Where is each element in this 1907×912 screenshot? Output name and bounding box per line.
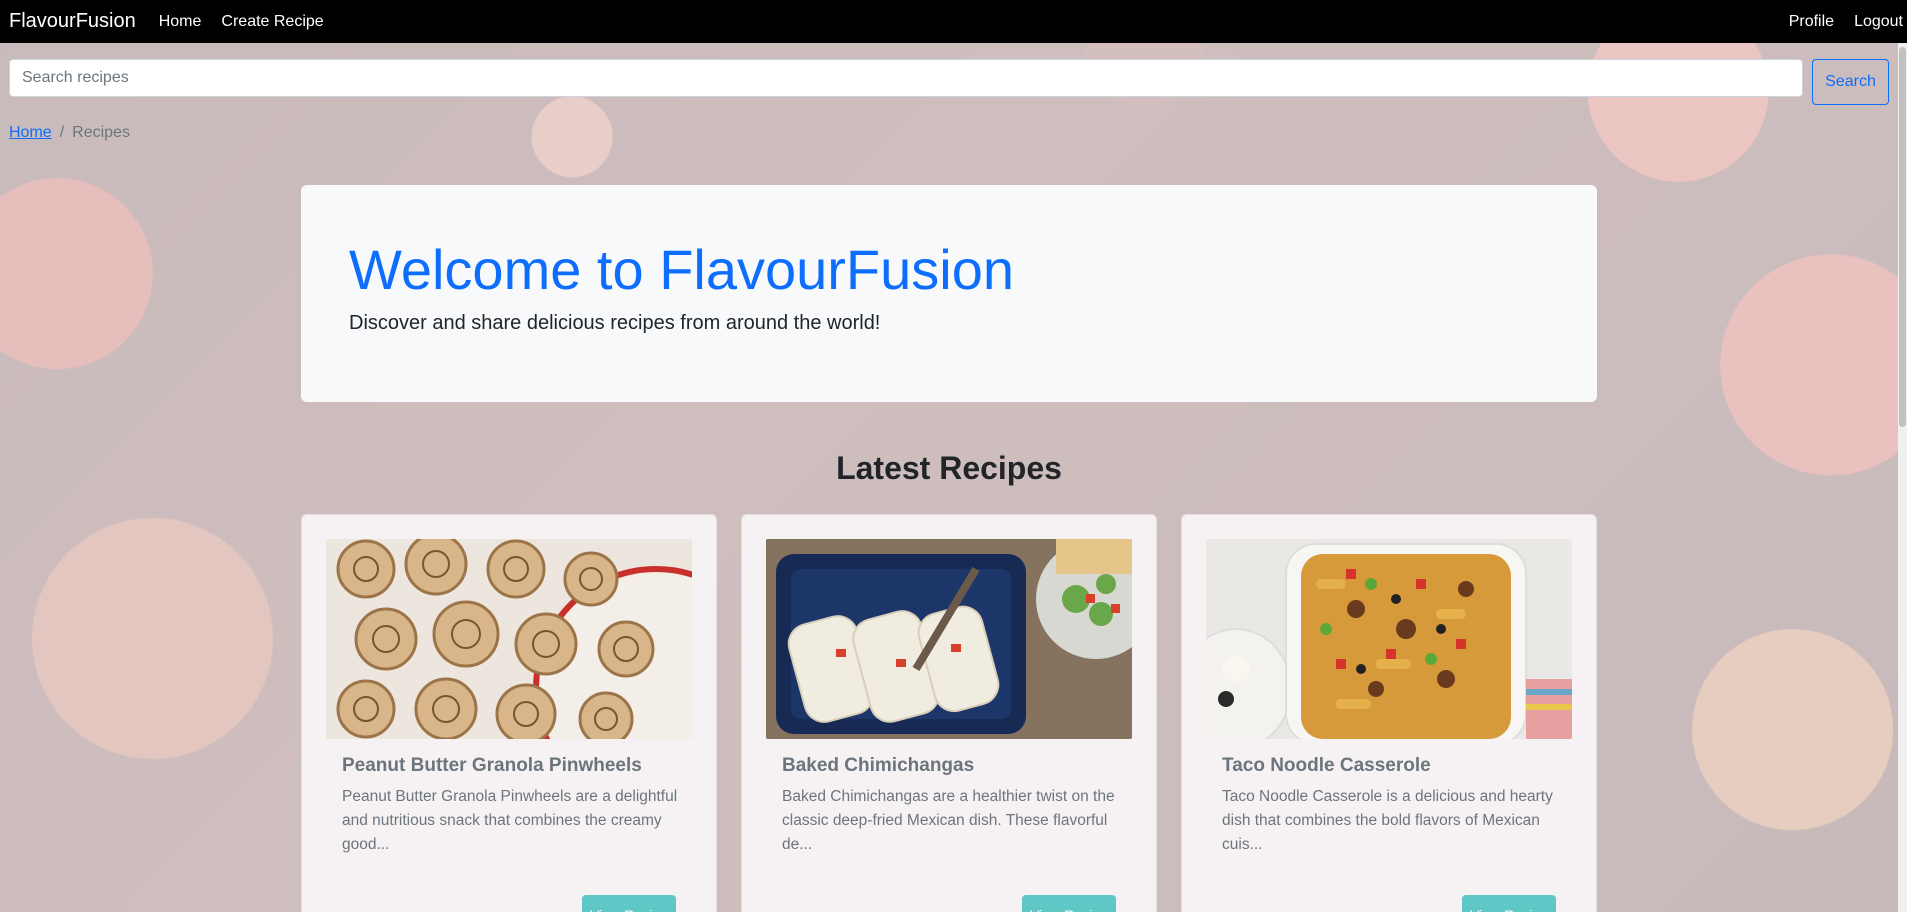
hero-banner: Welcome to FlavourFusion Discover and sh… <box>301 185 1597 402</box>
breadcrumb-home-link[interactable]: Home <box>9 124 52 142</box>
nav-logout-link[interactable]: Logout <box>1854 13 1903 31</box>
recipe-description: Baked Chimichangas are a healthier twist… <box>782 788 1115 853</box>
recipe-title[interactable]: Taco Noodle Casserole <box>1222 755 1431 777</box>
search-button[interactable]: Search <box>1812 59 1889 105</box>
nav-profile-link[interactable]: Profile <box>1789 13 1834 31</box>
breadcrumb-separator: / <box>59 124 65 141</box>
recipe-description: Peanut Butter Granola Pinwheels are a de… <box>342 788 678 853</box>
recipe-description: Taco Noodle Casserole is a delicious and… <box>1222 788 1553 853</box>
hero-title: Welcome to FlavourFusion <box>349 238 1014 301</box>
recipe-image-chimichangas[interactable] <box>766 539 1132 739</box>
recipe-image-taco-casserole[interactable] <box>1206 539 1572 739</box>
recipe-card: Baked Chimichangas Baked Chimichangas ar… <box>741 514 1157 912</box>
search-bar: Search <box>9 59 1889 105</box>
scrollbar-thumb[interactable] <box>1899 47 1906 427</box>
view-recipe-button[interactable]: View Recipe <box>1022 895 1116 912</box>
view-recipe-button[interactable]: View Recipe <box>582 895 676 912</box>
recipe-image-pinwheels[interactable] <box>326 539 692 739</box>
recipe-title[interactable]: Baked Chimichangas <box>782 755 974 777</box>
hero-subtitle: Discover and share delicious recipes fro… <box>349 312 881 334</box>
recipe-card: Peanut Butter Granola Pinwheels Peanut B… <box>301 514 717 912</box>
nav-right-group: Profile Logout <box>1769 13 1903 31</box>
recipe-title[interactable]: Peanut Butter Granola Pinwheels <box>342 755 642 777</box>
search-input[interactable] <box>9 59 1803 97</box>
latest-recipes-heading: Latest Recipes <box>836 450 1062 486</box>
breadcrumb: Home / Recipes <box>9 124 130 142</box>
breadcrumb-current: Recipes <box>72 124 130 141</box>
nav-home-link[interactable]: Home <box>159 13 202 31</box>
brand-logo[interactable]: FlavourFusion <box>9 10 136 33</box>
view-recipe-button[interactable]: View Recipe <box>1462 895 1556 912</box>
nav-create-recipe-link[interactable]: Create Recipe <box>221 13 323 31</box>
recipe-card: Taco Noodle Casserole Taco Noodle Casser… <box>1181 514 1597 912</box>
page-scrollbar[interactable] <box>1898 43 1907 912</box>
top-navbar: FlavourFusion Home Create Recipe Profile… <box>0 0 1907 43</box>
